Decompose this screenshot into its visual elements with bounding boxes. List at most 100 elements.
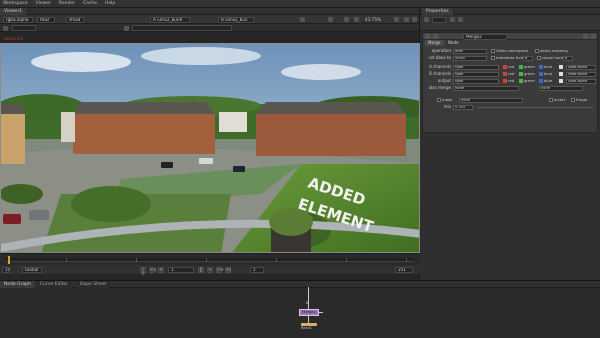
range-checkbox[interactable] (537, 56, 541, 60)
gain-field[interactable] (12, 25, 36, 31)
out-red-checkbox[interactable] (503, 79, 507, 83)
max-panels-field[interactable] (432, 16, 446, 23)
fringe-checkbox[interactable] (571, 98, 575, 102)
output-dropdown[interactable]: rgba (453, 78, 499, 84)
tab-node-graph[interactable]: Node Graph (0, 281, 35, 288)
tab-viewer[interactable]: Viewer1 (0, 8, 27, 15)
node-mask-wire[interactable] (318, 312, 323, 313)
b-channels-dropdown[interactable]: rgba (453, 71, 499, 77)
out-alpha-field[interactable]: rgba.alpha (566, 78, 596, 84)
prev-keyframe-button[interactable]: << (149, 266, 157, 273)
b-red-checkbox[interactable] (503, 72, 507, 76)
a-alpha-field[interactable]: rgba.alpha (566, 64, 596, 70)
properties-tabstrip: Properties (420, 8, 600, 15)
a-channels-dropdown[interactable]: rgba (453, 64, 499, 70)
playhead[interactable] (8, 256, 10, 264)
stop-button[interactable]: || (198, 266, 204, 273)
set-bbox-dropdown[interactable]: union (453, 55, 487, 61)
b-alpha-checkbox[interactable] (559, 72, 563, 76)
operation-dropdown[interactable]: over (453, 48, 487, 54)
metadata-checkbox[interactable] (491, 56, 495, 60)
node-output-wire[interactable] (308, 316, 309, 323)
b-green-checkbox[interactable] (519, 72, 523, 76)
tab-dope-sheet[interactable]: Dope Sheet (76, 281, 111, 288)
tab-properties[interactable]: Properties (422, 8, 453, 15)
current-frame-field[interactable]: 1 (168, 266, 194, 273)
menu-cache[interactable]: Cache (83, 1, 97, 6)
menu-bar: Workspace Viewer Render Cache Help (0, 0, 600, 8)
a-channels-label: A channels (429, 64, 451, 69)
b-alpha-field[interactable]: rgba.alpha (566, 71, 596, 77)
close-icon[interactable] (591, 34, 596, 39)
overlay-icon[interactable] (412, 17, 417, 22)
a-blue-checkbox[interactable] (539, 65, 543, 69)
viewer-image[interactable]: ADDED ELEMENT (0, 43, 420, 253)
invert-checkbox[interactable] (549, 98, 553, 102)
scene-image: ADDED ELEMENT (1, 44, 419, 252)
zoom-level[interactable]: 43.75% (365, 17, 381, 23)
viewer-pane: Viewer1 rgba.alpha RGB sRGB A Lens2_bunR… (0, 8, 420, 280)
max-panels-icon[interactable] (424, 17, 429, 22)
input-b-dropdown[interactable]: B Lens2_bun (218, 16, 254, 23)
step-back-button[interactable]: < (158, 266, 164, 273)
roi-icon[interactable] (328, 17, 333, 22)
clear-panels-icon[interactable] (458, 17, 463, 22)
invert-label: invert (554, 97, 566, 102)
float-icon[interactable] (583, 34, 588, 39)
row-also-merge: also merge none none (423, 85, 599, 91)
next-keyframe-button[interactable]: >> (216, 266, 224, 273)
color-icon[interactable] (433, 34, 438, 39)
frame-start-field[interactable]: 1 (250, 266, 264, 273)
node-name-field[interactable]: Merge2 (463, 33, 507, 40)
node-graph-pane[interactable]: Node Graph Curve Editor Dope Sheet B Mer… (0, 280, 600, 338)
mix-slider[interactable] (477, 107, 593, 108)
a-alpha-checkbox[interactable] (559, 65, 563, 69)
range-dropdown[interactable]: Global (22, 266, 42, 273)
metadata-dropdown[interactable]: B (523, 55, 533, 61)
tab-merge[interactable]: Merge (425, 40, 444, 46)
frame-end-field[interactable]: 251 (395, 266, 413, 273)
safe-area-icon[interactable] (394, 17, 399, 22)
menu-render[interactable]: Render (59, 1, 75, 6)
f-stop-icon[interactable] (3, 25, 8, 31)
fps-dropdown[interactable]: 10 (2, 266, 10, 273)
node-input-wire[interactable] (308, 287, 309, 309)
also-merge-dropdown[interactable]: none (453, 85, 519, 91)
video-colorspace-checkbox[interactable] (491, 49, 495, 53)
gain-icon[interactable] (354, 17, 359, 22)
a-red-checkbox[interactable] (503, 65, 507, 69)
lock-icon[interactable] (450, 17, 455, 22)
menu-workspace[interactable]: Workspace (3, 1, 28, 6)
alpha-masking-checkbox[interactable] (535, 49, 539, 53)
menu-viewer[interactable]: Viewer (36, 1, 51, 6)
tab-curve-editor[interactable]: Curve Editor (36, 281, 73, 288)
colorspace-dropdown[interactable]: RGB (37, 16, 55, 23)
lut-dropdown[interactable]: sRGB (66, 16, 84, 23)
menu-help[interactable]: Help (105, 1, 115, 6)
clipping-icon[interactable] (344, 17, 349, 22)
play-forward-button[interactable]: > (207, 266, 213, 273)
mask-dropdown[interactable]: none (459, 97, 523, 103)
gamma-icon[interactable] (124, 25, 129, 31)
lock-icon[interactable] (404, 17, 409, 22)
tab-node[interactable]: Node (445, 40, 461, 46)
b-blue-checkbox[interactable] (539, 72, 543, 76)
range-dropdown[interactable]: B (563, 55, 573, 61)
mask-checkbox[interactable] (437, 98, 441, 102)
timeline-track[interactable] (6, 258, 414, 262)
mix-field[interactable]: 0.355 (453, 104, 473, 110)
last-frame-button[interactable]: >| (225, 266, 231, 273)
merge-node[interactable]: Merge2 (299, 309, 319, 316)
channels-dropdown[interactable]: rgba.alpha (3, 16, 33, 23)
first-frame-button[interactable]: |< (140, 266, 146, 275)
out-green-checkbox[interactable] (519, 79, 523, 83)
wipe-icon[interactable] (300, 17, 305, 22)
collapse-icon[interactable] (425, 34, 430, 39)
properties-pane: Properties Merge2 Merge Node operation o… (420, 8, 600, 280)
gamma-slider[interactable] (132, 25, 232, 31)
a-green-checkbox[interactable] (519, 65, 523, 69)
input-a-dropdown[interactable]: A Lens2_bunR (150, 16, 190, 23)
out-blue-checkbox[interactable] (539, 79, 543, 83)
also-merge-second-dropdown[interactable]: none (539, 85, 583, 91)
out-alpha-checkbox[interactable] (559, 79, 563, 83)
